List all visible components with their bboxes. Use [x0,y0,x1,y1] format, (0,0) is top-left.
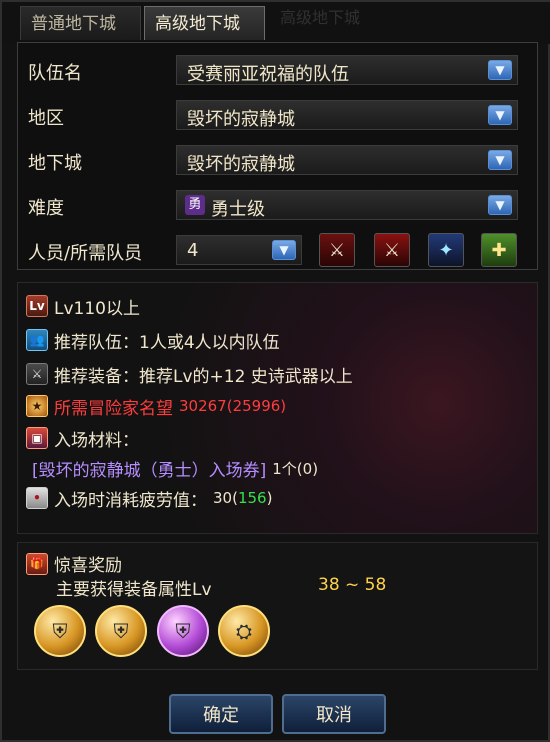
recommended-team-row: 👥 推荐队伍：1人或4人以内队伍 [26,327,280,353]
region-value: 毁坏的寂静城 [187,109,295,130]
fatigue-row: • 入场时消耗疲劳值： 30(156) [26,485,272,511]
materials-label: 入场材料： [54,430,139,451]
dungeon-entry-dialog: 普通地下城 高级地下城 高级地下城 队伍名 受赛丽亚祝福的队伍 ▼ 地区 毁坏的… [0,0,550,742]
chevron-down-icon[interactable]: ▼ [272,240,296,260]
surprise-reward-panel: 🎁 惊喜奖励 主要获得装备属性Lv 38 ~ 58 ⛨ ⛨ ⛨ ⛭ [17,542,538,670]
ticket-link[interactable]: [毁坏的寂静城（勇士）入场券] [32,456,266,481]
reward-box-icon: 🎁 [26,552,48,575]
add-member-button[interactable]: ✚ [481,233,517,267]
fatigue-value-green: 156 [237,489,267,507]
difficulty-label: 难度 [28,198,64,219]
background-title: 高级地下城 [280,8,361,27]
magic-sword-button[interactable]: ✦ [428,233,464,267]
region-label: 地区 [28,108,64,129]
chevron-down-icon[interactable]: ▼ [488,150,512,170]
difficulty-value: 勇士级 [211,199,265,220]
region-select[interactable]: 毁坏的寂静城 ▼ [176,100,518,130]
members-value: 4 [187,240,199,261]
materials-row: ▣ 入场材料： [26,425,139,451]
reward-title-row: 🎁 惊喜奖励 [26,551,122,576]
boots-reward-icon[interactable]: ⛭ [218,605,270,657]
sword-icon: ⚔ [26,363,48,385]
materials-icon: ▣ [26,427,48,449]
dungeon-tabs: 普通地下城 高级地下城 高级地下城 [2,2,550,44]
sword-button-2[interactable]: ⚔ [374,233,410,267]
armor-reward-icon[interactable]: ⛨ [95,605,147,657]
fatigue-label: 入场时消耗疲劳值： [54,490,207,511]
epic-armor-reward-icon[interactable]: ⛨ [157,605,209,657]
dungeon-select[interactable]: 毁坏的寂静城 ▼ [176,145,518,175]
chevron-down-icon[interactable]: ▼ [488,195,512,215]
level-requirement-text: Lv110以上 [54,298,140,319]
ticket-count: 1个(0) [272,459,319,478]
sword-button-1[interactable]: ⚔ [319,233,355,267]
brave-badge-icon: 勇 [185,195,205,215]
sparkle-sword-icon: ✦ [438,239,454,261]
fatigue-icon: • [26,487,48,509]
confirm-button[interactable]: 确定 [169,694,273,734]
team-icon: 👥 [26,329,48,351]
difficulty-select[interactable]: 勇 勇士级 ▼ [176,190,518,220]
chevron-down-icon[interactable]: ▼ [488,60,512,80]
fatigue-value-end: ) [266,489,273,507]
fame-label: 所需冒险家名望 [54,398,173,419]
sword-icon: ⚔ [328,239,346,261]
level-icon: Lv [26,295,48,317]
armor-reward-icon[interactable]: ⛨ [34,605,86,657]
team-name-select[interactable]: 受赛丽亚祝福的队伍 ▼ [176,55,518,85]
tab-advanced-dungeon[interactable]: 高级地下城 [144,6,265,40]
tab-normal-dungeon[interactable]: 普通地下城 [20,6,141,40]
recommended-team-text: 推荐队伍：1人或4人以内队伍 [54,332,280,353]
recommended-gear-row: ⚔ 推荐装备：推荐Lv的+12 史诗武器以上 [26,361,353,387]
chevron-down-icon[interactable]: ▼ [488,105,512,125]
dungeon-info-panel: Lv Lv110以上 👥 推荐队伍：1人或4人以内队伍 ⚔ 推荐装备：推荐Lv的… [17,282,538,534]
sword-icon: ⚔ [383,239,401,261]
reward-subtitle: 主要获得装备属性Lv [56,580,212,600]
dungeon-settings-panel: 队伍名 受赛丽亚祝福的队伍 ▼ 地区 毁坏的寂静城 ▼ 地下城 毁坏的寂静城 ▼… [17,42,538,270]
members-select[interactable]: 4 ▼ [176,235,302,265]
fatigue-value-text: 30( [213,489,238,507]
team-name-label: 队伍名 [28,63,82,84]
reward-level-range: 38 ~ 58 [318,575,387,595]
dungeon-value: 毁坏的寂静城 [187,154,295,175]
recommended-gear-text: 推荐装备：推荐Lv的+12 史诗武器以上 [54,366,353,387]
plus-icon: ✚ [491,239,507,261]
members-label: 人员/所需队员 [28,243,143,264]
dungeon-label: 地下城 [28,153,82,174]
fame-icon: ★ [26,395,48,417]
level-requirement-row: Lv Lv110以上 [26,293,140,319]
fame-row: ★ 所需冒险家名望 30267(25996) [26,393,286,419]
reward-title: 惊喜奖励 [54,556,122,576]
ticket-row: [毁坏的寂静城（勇士）入场券] 1个(0) [32,455,318,481]
fatigue-value: 30(156) [213,489,272,507]
cancel-button[interactable]: 取消 [282,694,386,734]
team-name-value: 受赛丽亚祝福的队伍 [187,64,349,85]
fame-value: 30267(25996) [179,397,287,415]
